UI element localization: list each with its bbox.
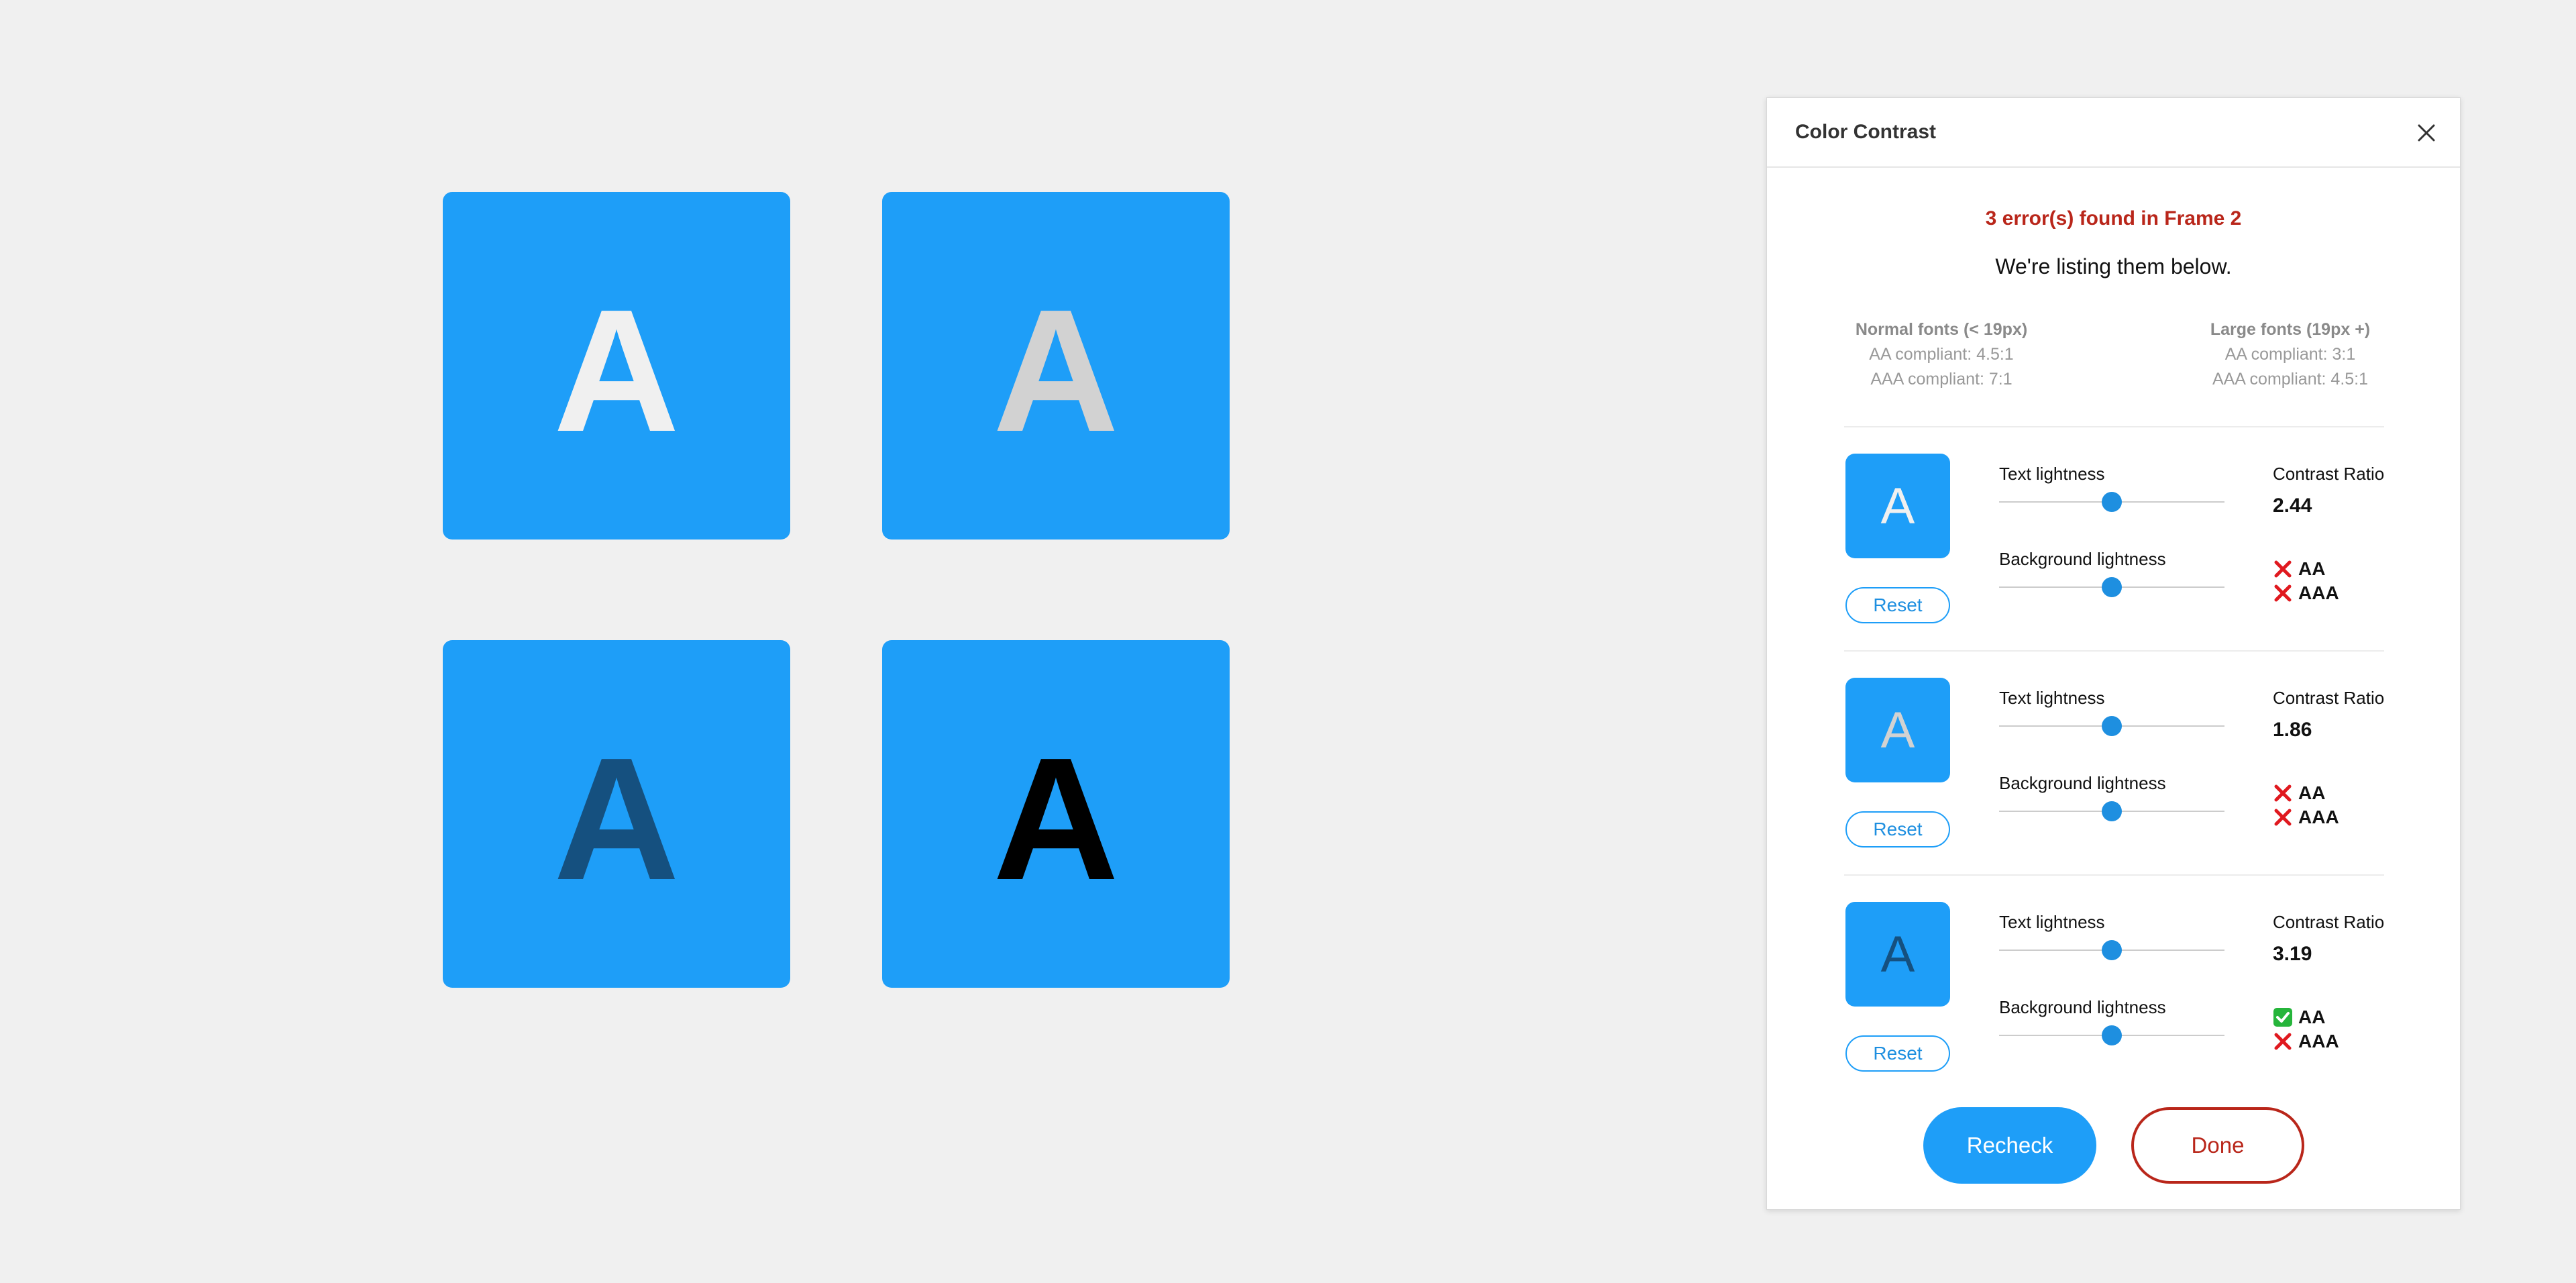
recheck-button[interactable]: Recheck [1923, 1107, 2096, 1184]
slider-thumb[interactable] [2102, 492, 2122, 512]
background-lightness-slider[interactable] [1999, 801, 2224, 821]
close-button[interactable] [2412, 118, 2441, 148]
frame-tile-light-text[interactable]: A [443, 192, 790, 540]
contrast-ratio-label: Contrast Ratio [2273, 688, 2385, 708]
error-row: A Reset Text lightness Background lightn… [1767, 678, 2460, 902]
aaa-result-label: AAA [2298, 1031, 2339, 1051]
slider-thumb[interactable] [2102, 577, 2122, 597]
error-row: A Reset Text lightness Background lightn… [1767, 902, 2460, 1126]
slider-thumb[interactable] [2102, 716, 2122, 736]
tile-letter: A [553, 722, 680, 917]
aaa-result: AAA [2273, 582, 2339, 604]
aa-result-label: AA [2298, 1007, 2326, 1027]
aaa-result-label: AAA [2298, 807, 2339, 827]
text-lightness-label: Text lightness [1999, 912, 2105, 932]
reset-button[interactable]: Reset [1845, 811, 1950, 848]
contrast-ratio-value: 3.19 [2273, 943, 2312, 965]
reset-button[interactable]: Reset [1845, 1035, 1950, 1072]
large-fonts-heading: Large fonts (19px +) [2210, 320, 2371, 339]
aaa-result: AAA [2273, 807, 2339, 828]
cross-icon [2273, 807, 2293, 827]
error-summary: 3 error(s) found in Frame 2 [1985, 207, 2242, 229]
background-lightness-slider[interactable] [1999, 577, 2224, 597]
cross-icon [2273, 559, 2293, 579]
background-lightness-label: Background lightness [1999, 997, 2166, 1017]
slider-thumb[interactable] [2102, 801, 2122, 821]
error-row: A Reset Text lightness Background lightn… [1767, 454, 2460, 678]
contrast-ratio-value: 1.86 [2273, 719, 2312, 741]
color-contrast-panel: Color Contrast 3 error(s) found in Frame… [1766, 97, 2461, 1210]
aa-result: AA [2273, 558, 2325, 580]
aaa-result: AAA [2273, 1031, 2339, 1052]
error-preview-swatch: A [1845, 454, 1950, 558]
panel-header: Color Contrast [1767, 98, 2460, 168]
contrast-ratio-label: Contrast Ratio [2273, 912, 2385, 932]
frame-tile-navy-text[interactable]: A [443, 640, 790, 988]
error-preview-swatch: A [1845, 902, 1950, 1007]
normal-fonts-aa: AA compliant: 4.5:1 [1869, 345, 2014, 364]
slider-thumb[interactable] [2102, 1025, 2122, 1045]
large-fonts-aaa: AAA compliant: 4.5:1 [2212, 370, 2369, 389]
cross-icon [2273, 1031, 2293, 1051]
design-canvas: A A A A Color Contrast 3 error(s) found … [0, 0, 2576, 1283]
background-lightness-label: Background lightness [1999, 549, 2166, 569]
error-subtitle: We're listing them below. [1995, 254, 2232, 278]
aa-result-label: AA [2298, 782, 2326, 803]
divider [1844, 650, 2384, 652]
check-icon [2273, 1007, 2293, 1027]
preview-letter: A [1880, 477, 1915, 535]
preview-letter: A [1880, 701, 1915, 759]
aa-result-label: AA [2298, 558, 2326, 579]
reset-button[interactable]: Reset [1845, 587, 1950, 623]
aa-result: AA [2273, 1007, 2325, 1028]
normal-fonts-heading: Normal fonts (< 19px) [1855, 320, 2028, 339]
text-lightness-label: Text lightness [1999, 464, 2105, 484]
text-lightness-slider[interactable] [1999, 492, 2224, 512]
text-lightness-label: Text lightness [1999, 688, 2105, 708]
background-lightness-label: Background lightness [1999, 773, 2166, 793]
cross-icon [2273, 583, 2293, 603]
text-lightness-slider[interactable] [1999, 940, 2224, 960]
large-fonts-criteria: Large fonts (19px +) AA compliant: 3:1 A… [2190, 317, 2391, 392]
background-lightness-slider[interactable] [1999, 1025, 2224, 1045]
tile-letter: A [993, 722, 1119, 917]
preview-letter: A [1880, 925, 1915, 983]
slider-thumb[interactable] [2102, 940, 2122, 960]
contrast-ratio-value: 2.44 [2273, 495, 2312, 517]
frame-tile-black-text[interactable]: A [882, 640, 1230, 988]
aa-result: AA [2273, 782, 2325, 804]
close-icon [2418, 124, 2435, 142]
divider [1844, 874, 2384, 876]
panel-title: Color Contrast [1795, 121, 1936, 143]
cross-icon [2273, 783, 2293, 803]
aaa-result-label: AAA [2298, 582, 2339, 603]
tile-letter: A [553, 274, 680, 468]
tile-letter: A [993, 274, 1119, 468]
divider [1844, 426, 2384, 427]
frame-tile-gray-text[interactable]: A [882, 192, 1230, 540]
large-fonts-aa: AA compliant: 3:1 [2224, 345, 2356, 364]
error-preview-swatch: A [1845, 678, 1950, 782]
contrast-ratio-label: Contrast Ratio [2273, 464, 2385, 484]
normal-fonts-criteria: Normal fonts (< 19px) AA compliant: 4.5:… [1841, 317, 2042, 392]
normal-fonts-aaa: AAA compliant: 7:1 [1870, 370, 2012, 389]
done-button[interactable]: Done [2131, 1107, 2304, 1184]
text-lightness-slider[interactable] [1999, 716, 2224, 736]
